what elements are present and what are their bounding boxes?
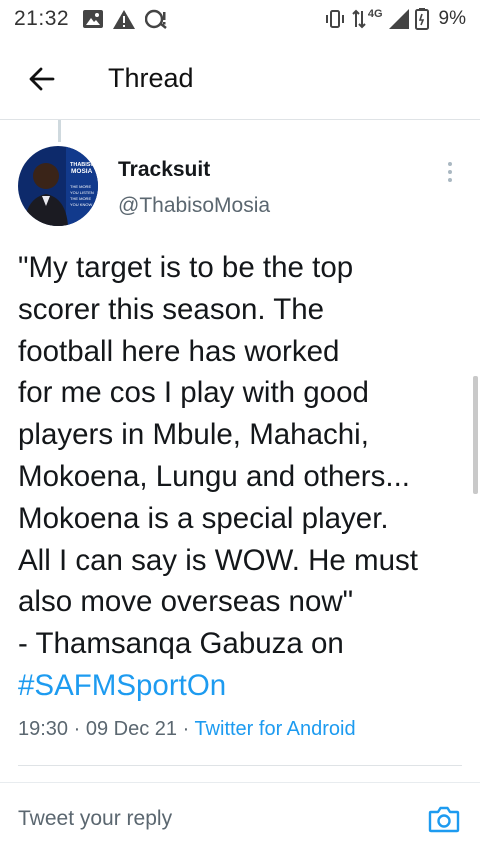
divider [18,765,462,766]
tweet-text: "My target is to be the top scorer this … [18,247,468,707]
gallery-icon [83,10,104,28]
back-button[interactable] [0,38,84,120]
data-transfer-icon [352,9,366,29]
hashtag-link[interactable]: #SAFMSportOn [18,665,468,707]
author-name[interactable]: Tracksuit [118,158,210,182]
avatar-text-2: MOSIA [71,168,93,175]
warning-icon [113,9,136,29]
avatar-image: THABISO MOSIA THE MORE YOU LISTEN THE MO… [18,146,98,226]
thread-connector-line [58,120,61,142]
app-bar: Thread [0,38,480,120]
reply-bar: Tweet your reply [0,782,480,854]
avatar-text-5: THE MORE [70,196,91,201]
arrow-left-icon [29,67,55,90]
camera-button[interactable] [426,801,462,837]
status-notification-icons [83,9,169,29]
tweet-text-line: scorer this season. The [18,292,325,326]
tweet-source-link[interactable]: Twitter for Android [194,718,355,740]
tweet-text-line: All I can say is WOW. He must [18,543,418,577]
tweet-text-line: football here has worked [18,334,340,368]
tweet-text-line: also move overseas now" [18,585,354,619]
tweet-metadata: 19:30 · 09 Dec 21 · Twitter for Android [18,718,356,741]
meta-separator: · [73,718,86,740]
battery-icon [414,8,429,30]
more-options-button[interactable] [438,158,462,186]
page-title: Thread [108,63,194,93]
network-type-label: 4G [367,8,383,20]
avatar-text-4: YOU LISTEN [70,190,94,195]
more-dot-icon [448,178,452,182]
status-system-icons: 4G 9% [324,8,466,30]
meta-separator: · [182,718,195,740]
signal-icon [388,9,409,29]
tweet-text-line: players in Mbule, Mahachi, [18,418,369,452]
avatar-text-6: YOU KNOW [70,202,92,207]
tweet-text-line: for me cos I play with good [18,376,369,410]
camera-icon [428,806,460,832]
more-dot-icon [448,170,452,174]
author-handle[interactable]: @ThabisoMosia [118,194,270,218]
avatar-text-3: THE MORE [70,184,91,189]
avatar[interactable]: THABISO MOSIA THE MORE YOU LISTEN THE MO… [18,146,98,226]
reply-input[interactable]: Tweet your reply [18,807,426,831]
tweet-time: 19:30 [18,718,69,740]
scrollbar[interactable] [473,376,478,494]
more-dot-icon [448,162,452,166]
tweet-text-line: "My target is to be the top [18,251,354,284]
vibrate-icon [325,10,344,28]
tweet-text-line: Mokoena is a special player. [18,501,389,535]
notification-icon [145,9,167,29]
battery-percent: 9% [438,8,466,29]
tweet-date: 09 Dec 21 [85,718,178,740]
status-bar: 21:32 4G 9% [0,0,480,38]
tweet-text-line: - Thamsanqa Gabuza on [18,627,344,661]
tweet-header: THABISO MOSIA THE MORE YOU LISTEN THE MO… [18,146,468,228]
tweet-text-line: Mokoena, Lungu and others... [18,459,410,493]
status-time: 21:32 [14,7,70,30]
